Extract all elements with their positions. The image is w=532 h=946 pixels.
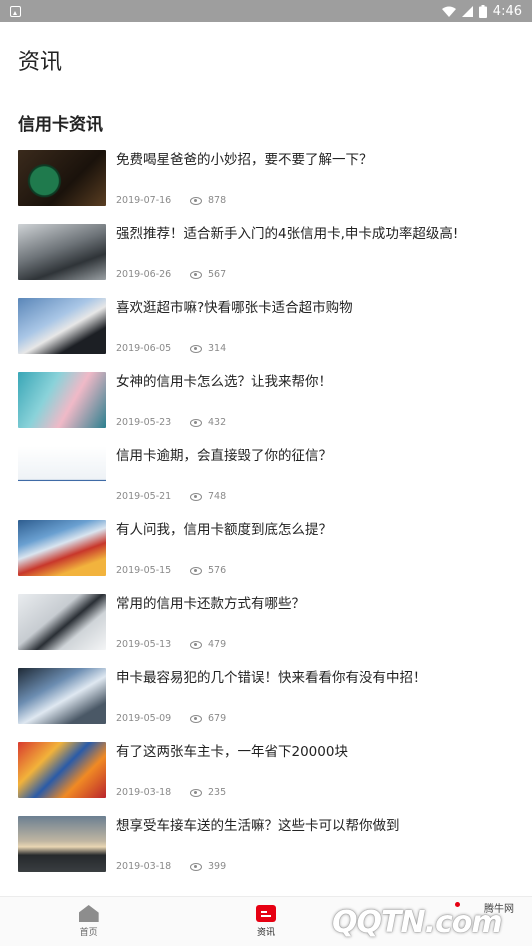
news-title: 申卡最容易犯的几个错误！快来看看你有没有中招！ <box>116 670 427 686</box>
home-icon <box>78 905 99 922</box>
eye-icon <box>190 640 202 649</box>
news-item[interactable]: 申卡最容易犯的几个错误！快来看看你有没有中招！ 2019-05-09 679 <box>0 668 532 742</box>
news-item[interactable]: 常用的信用卡还款方式有哪些？ 2019-05-13 479 <box>0 594 532 668</box>
news-title: 有人问我，信用卡额度到底怎么提？ <box>116 522 332 538</box>
news-item[interactable]: 想享受车接车送的生活嘛？这些卡可以帮你做到 2019-03-18 399 <box>0 816 532 890</box>
news-views: 576 <box>208 565 227 576</box>
news-thumbnail <box>18 520 106 576</box>
news-title: 女神的信用卡怎么选？让我来帮你！ <box>116 374 332 390</box>
news-views: 748 <box>208 491 227 502</box>
page-title: 资讯 <box>18 50 63 75</box>
section-title: 信用卡资讯 <box>18 115 103 135</box>
watermark-text: QQTN.com <box>332 905 503 940</box>
eye-icon <box>190 418 202 427</box>
news-icon <box>255 905 276 922</box>
signal-icon <box>461 5 473 17</box>
news-date: 2019-05-13 <box>116 639 172 650</box>
news-date: 2019-03-18 <box>116 861 172 872</box>
tab-news[interactable]: 资讯 <box>177 897 354 946</box>
status-bar: 4:46 <box>0 0 532 22</box>
watermark-cn: 腾牛网 <box>484 904 514 915</box>
news-views: 432 <box>208 417 227 428</box>
eye-icon <box>190 566 202 575</box>
news-list: 免费喝星爸爸的小妙招，要不要了解一下？ 2019-07-16 878 强烈推荐！适… <box>0 150 532 890</box>
news-date: 2019-05-09 <box>116 713 172 724</box>
news-date: 2019-05-23 <box>116 417 172 428</box>
news-thumbnail <box>18 668 106 724</box>
news-thumbnail <box>18 224 106 280</box>
news-item[interactable]: 免费喝星爸爸的小妙招，要不要了解一下？ 2019-07-16 878 <box>0 150 532 224</box>
watermark-dot <box>455 902 460 907</box>
eye-icon <box>190 196 202 205</box>
news-thumbnail <box>18 816 106 872</box>
news-title: 常用的信用卡还款方式有哪些？ <box>116 596 305 612</box>
eye-icon <box>190 344 202 353</box>
notification-icon <box>10 5 21 17</box>
news-views: 679 <box>208 713 227 724</box>
news-title: 信用卡逾期，会直接毁了你的征信？ <box>116 448 332 464</box>
eye-icon <box>190 788 202 797</box>
news-date: 2019-06-05 <box>116 343 172 354</box>
news-title: 有了这两张车主卡，一年省下20000块 <box>116 744 348 760</box>
news-views: 314 <box>208 343 227 354</box>
tab-home[interactable]: 首页 <box>0 897 177 946</box>
news-title: 免费喝星爸爸的小妙招，要不要了解一下？ <box>116 152 373 168</box>
news-item[interactable]: 有了这两张车主卡，一年省下20000块 2019-03-18 235 <box>0 742 532 816</box>
news-item[interactable]: 强烈推荐！适合新手入门的4张信用卡,申卡成功率超级高! 2019-06-26 56… <box>0 224 532 298</box>
news-date: 2019-07-16 <box>116 195 172 206</box>
news-views: 878 <box>208 195 227 206</box>
tab-home-label: 首页 <box>79 928 98 938</box>
wifi-icon <box>441 6 456 17</box>
news-thumbnail <box>18 446 106 502</box>
news-date: 2019-05-15 <box>116 565 172 576</box>
eye-icon <box>190 270 202 279</box>
news-item[interactable]: 有人问我，信用卡额度到底怎么提？ 2019-05-15 576 <box>0 520 532 594</box>
news-views: 399 <box>208 861 227 872</box>
tab-news-label: 资讯 <box>256 928 275 938</box>
news-thumbnail <box>18 150 106 206</box>
news-item[interactable]: 喜欢逛超市嘛?快看哪张卡适合超市购物 2019-06-05 314 <box>0 298 532 372</box>
news-date: 2019-05-21 <box>116 491 172 502</box>
battery-icon <box>478 4 487 18</box>
eye-icon <box>190 714 202 723</box>
news-date: 2019-03-18 <box>116 787 172 798</box>
news-date: 2019-06-26 <box>116 269 172 280</box>
eye-icon <box>190 492 202 501</box>
eye-icon <box>190 862 202 871</box>
news-item[interactable]: 信用卡逾期，会直接毁了你的征信？ 2019-05-21 748 <box>0 446 532 520</box>
news-views: 567 <box>208 269 227 280</box>
news-thumbnail <box>18 742 106 798</box>
watermark-logo: QQTN.com 腾牛网 <box>332 898 522 940</box>
news-thumbnail <box>18 594 106 650</box>
news-thumbnail <box>18 372 106 428</box>
news-title: 喜欢逛超市嘛?快看哪张卡适合超市购物 <box>116 300 353 316</box>
news-title: 强烈推荐！适合新手入门的4张信用卡,申卡成功率超级高! <box>116 226 459 242</box>
status-time: 4:46 <box>492 3 522 19</box>
news-item[interactable]: 女神的信用卡怎么选？让我来帮你！ 2019-05-23 432 <box>0 372 532 446</box>
news-title: 想享受车接车送的生活嘛？这些卡可以帮你做到 <box>116 818 400 834</box>
news-thumbnail <box>18 298 106 354</box>
news-views: 479 <box>208 639 227 650</box>
news-views: 235 <box>208 787 227 798</box>
